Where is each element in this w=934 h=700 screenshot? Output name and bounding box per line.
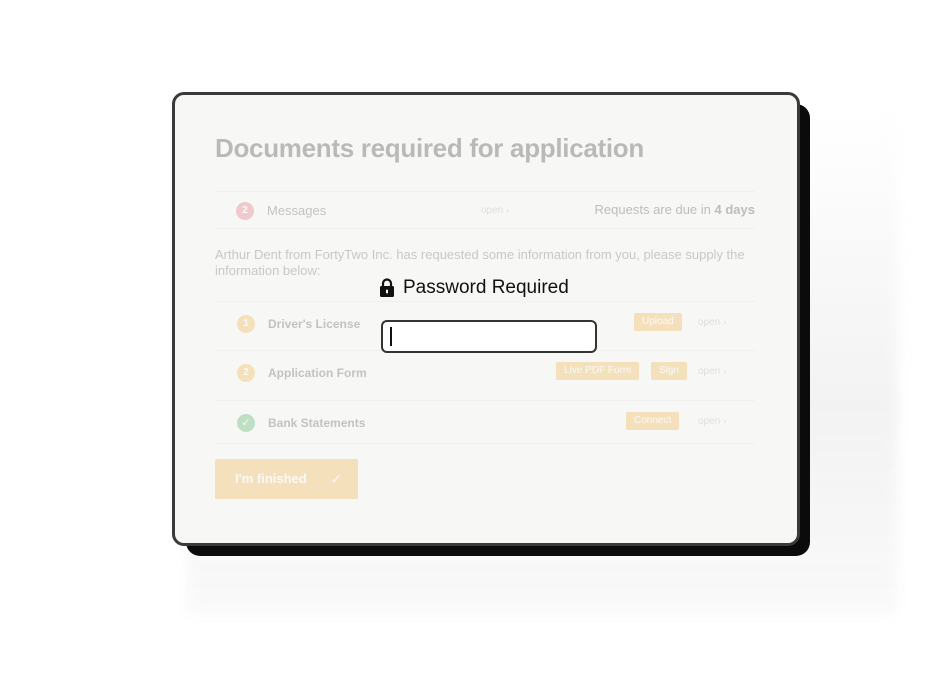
document-label: Application Form <box>268 366 367 380</box>
document-row[interactable]: 2 Application Form Live PDF Form Sign op… <box>215 350 755 394</box>
screenshot-stage: Documents required for application 2 Mes… <box>0 0 934 700</box>
due-notice: Requests are due in 4 days <box>594 202 755 217</box>
document-open-link[interactable]: open › <box>698 416 726 427</box>
messages-row[interactable]: 2 Messages open › Requests are due in 4 … <box>215 191 755 229</box>
checkmark-icon: ✓ <box>330 471 342 487</box>
lock-icon <box>380 278 394 297</box>
messages-label: Messages <box>267 203 327 218</box>
document-open-link[interactable]: open › <box>698 366 726 377</box>
application-window: Documents required for application 2 Mes… <box>172 92 800 546</box>
sign-button[interactable]: Sign <box>651 362 688 380</box>
step-number-badge: 2 <box>237 364 255 382</box>
connect-button[interactable]: Connect <box>626 412 680 430</box>
document-label: Bank Statements <box>268 416 366 430</box>
document-open-link[interactable]: open › <box>698 317 726 328</box>
background-content: Documents required for application 2 Mes… <box>175 95 797 543</box>
messages-count-badge: 2 <box>236 202 254 220</box>
live-pdf-form-button[interactable]: Live PDF Form <box>556 362 640 380</box>
document-row[interactable]: ✓ Bank Statements Connect open › <box>215 400 755 444</box>
password-title-text: Password Required <box>403 277 569 298</box>
finished-button[interactable]: I'm finished ✓ <box>215 459 358 499</box>
finished-button-label: I'm finished <box>235 471 307 486</box>
document-label: Driver's License <box>268 317 361 331</box>
upload-button[interactable]: Upload <box>634 313 682 331</box>
page-title: Documents required for application <box>215 133 644 163</box>
password-input[interactable] <box>381 320 597 353</box>
messages-open-link[interactable]: open › <box>481 205 509 216</box>
check-circle-icon: ✓ <box>237 414 255 432</box>
password-dialog-title: Password Required <box>379 277 569 299</box>
request-intro-text: Arthur Dent from FortyTwo Inc. has reque… <box>215 247 745 278</box>
step-number-badge: 1 <box>237 315 255 333</box>
text-caret <box>390 327 392 346</box>
